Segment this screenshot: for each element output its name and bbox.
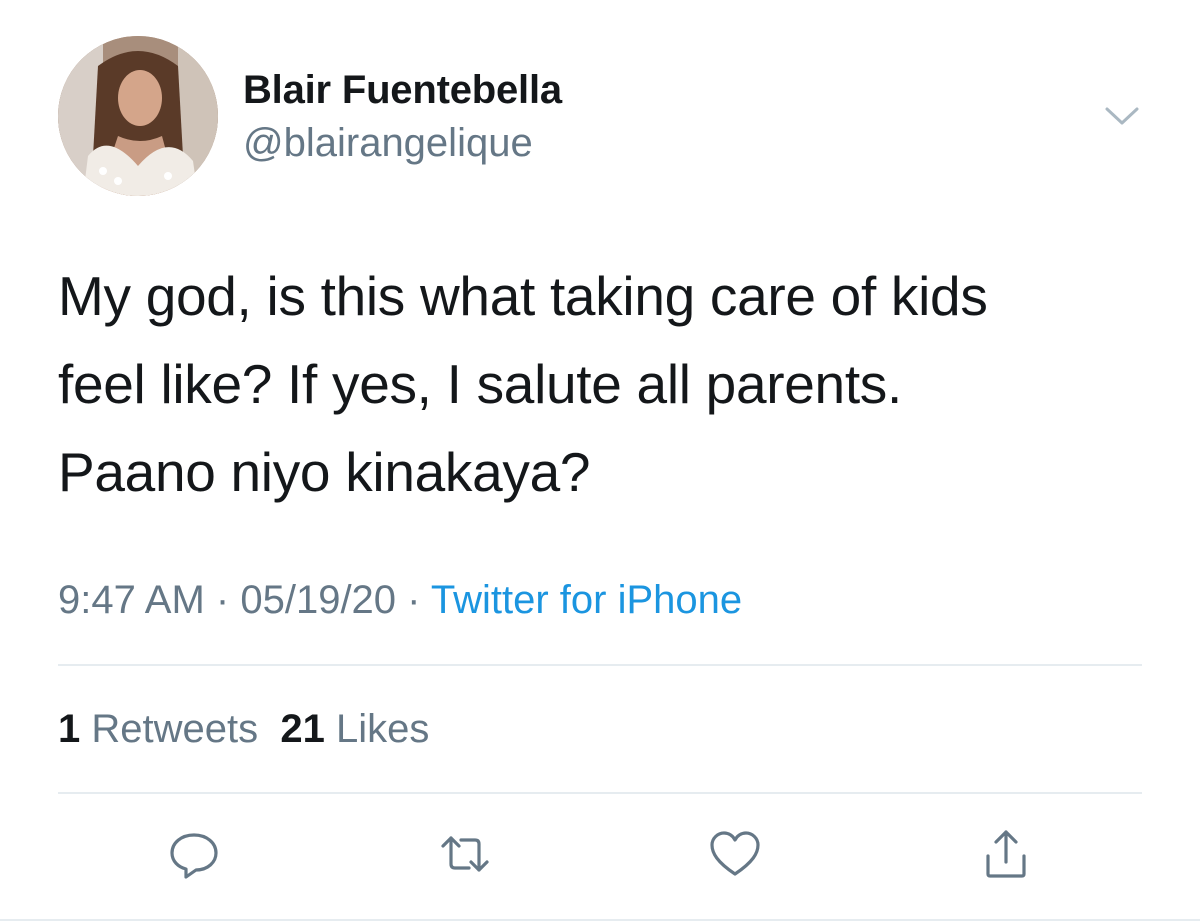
tweet-text-line: My god, is this what taking care of kids [58, 265, 988, 327]
share-icon[interactable] [978, 826, 1034, 882]
tweet-meta: 9:47 AM · 05/19/20 · Twitter for iPhone [58, 578, 742, 623]
retweet-icon[interactable] [437, 826, 493, 882]
user-handle[interactable]: @blairangelique [243, 121, 533, 166]
retweets-stat[interactable]: 1 Retweets [58, 707, 258, 751]
likes-label: Likes [335, 707, 430, 751]
profile-photo-icon [58, 36, 218, 196]
reply-icon[interactable] [166, 826, 222, 882]
divider [58, 664, 1142, 666]
tweet-time[interactable]: 9:47 AM [58, 578, 205, 622]
avatar[interactable] [58, 36, 218, 196]
tweet-text-line: feel like? If yes, I salute all parents. [58, 353, 902, 415]
retweets-label: Retweets [91, 707, 259, 751]
likes-stat[interactable]: 21 Likes [280, 707, 429, 751]
meta-separator: · [407, 578, 421, 622]
tweet-text-line: Paano niyo kinakaya? [58, 441, 591, 503]
tweet-detail: Blair Fuentebella @blairangelique My god… [0, 0, 1200, 921]
chevron-down-icon[interactable] [1104, 104, 1140, 128]
meta-separator: · [215, 578, 230, 622]
display-name[interactable]: Blair Fuentebella [243, 68, 562, 113]
like-icon[interactable] [707, 826, 763, 882]
tweet-text: My god, is this what taking care of kids… [58, 252, 1168, 516]
divider [58, 792, 1142, 794]
retweets-count: 1 [58, 707, 81, 751]
tweet-date[interactable]: 05/19/20 [240, 578, 396, 622]
likes-count: 21 [280, 707, 325, 751]
tweet-source-link[interactable]: Twitter for iPhone [431, 578, 742, 622]
tweet-stats: 1 Retweets 21 Likes [58, 707, 429, 752]
